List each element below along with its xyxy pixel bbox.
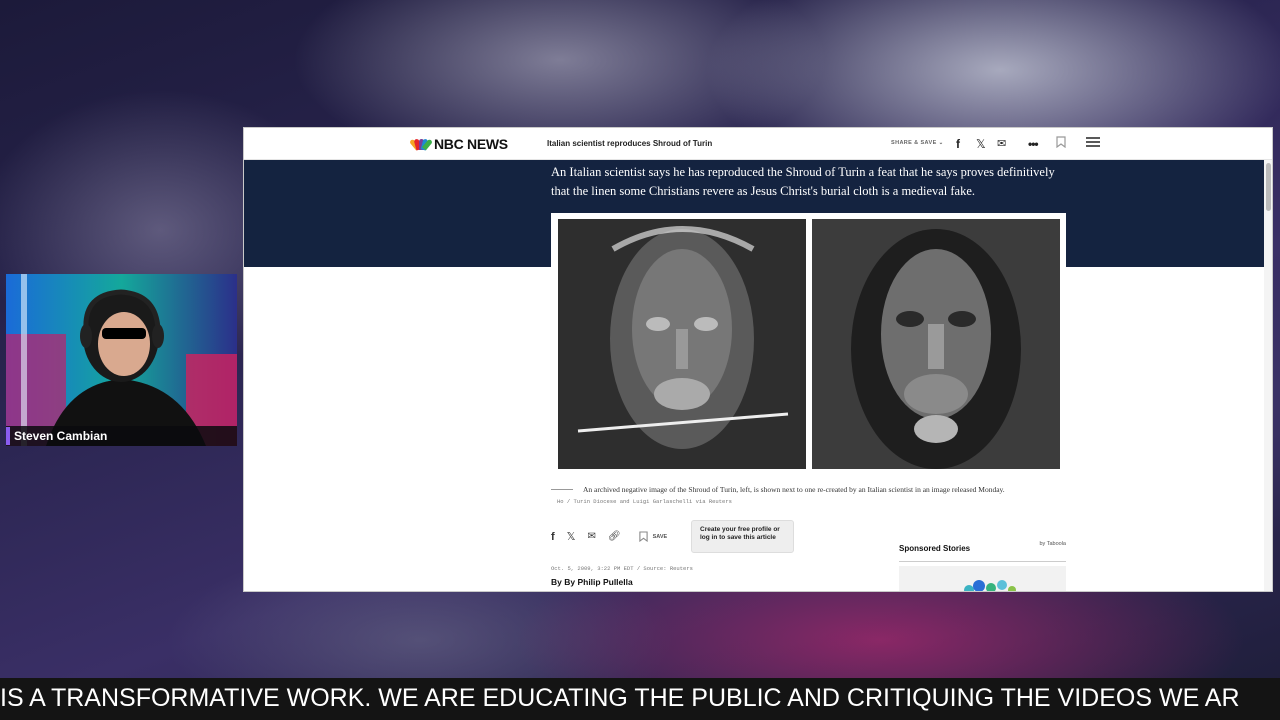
- ticker-text: IS A TRANSFORMATIVE WORK. WE ARE EDUCATI…: [0, 684, 1240, 712]
- peacock-icon: [409, 138, 433, 151]
- webcam-feed: [6, 274, 237, 446]
- bookmark-icon[interactable]: [1056, 136, 1066, 152]
- facebook-icon[interactable]: f: [551, 531, 555, 543]
- photo-caption: An archived negative image of the Shroud…: [583, 485, 1005, 494]
- disclaimer-ticker: IS A TRANSFORMATIVE WORK. WE ARE EDUCATI…: [0, 678, 1280, 720]
- shroud-original-image: [558, 219, 806, 469]
- site-header: NBC NEWS Italian scientist reproduces Sh…: [244, 128, 1272, 160]
- x-icon[interactable]: 𝕏: [976, 136, 986, 152]
- nbc-news-logo[interactable]: NBC NEWS: [409, 136, 508, 152]
- photo-credit: Ho / Turin Diocese and Luigi Garlaschell…: [557, 498, 732, 505]
- mail-icon[interactable]: ✉: [588, 531, 596, 542]
- streamer-nameplate: Steven Cambian: [6, 426, 237, 446]
- bookmark-icon: [639, 531, 648, 542]
- article-photo[interactable]: [551, 213, 1066, 473]
- header-headline: Italian scientist reproduces Shroud of T…: [547, 139, 713, 148]
- sponsored-title: Sponsored Stories: [899, 544, 971, 553]
- browser-window: NBC NEWS Italian scientist reproduces Sh…: [243, 127, 1273, 592]
- logo-text: NBC NEWS: [434, 136, 508, 152]
- more-icon[interactable]: •••: [1028, 136, 1039, 152]
- sponsored-stories-header: Sponsored Stories by Taboola: [899, 538, 1066, 562]
- article-lead: An Italian scientist says he has reprodu…: [551, 165, 1055, 198]
- streamer-name: Steven Cambian: [14, 429, 108, 443]
- menu-icon[interactable]: [1086, 136, 1100, 152]
- share-save-menu[interactable]: SHARE & SAVE ⌄: [891, 140, 944, 146]
- facebook-icon[interactable]: f: [956, 136, 960, 152]
- share-bar: f 𝕏 ✉ 🔗︎ SAVE: [551, 530, 668, 544]
- page-scrollbar[interactable]: [1264, 160, 1272, 591]
- link-icon[interactable]: 🔗︎: [608, 531, 621, 542]
- article-byline[interactable]: By By Philip Pullella: [551, 577, 633, 587]
- scrollbar-thumb[interactable]: [1266, 163, 1271, 211]
- nameplate-accent: [6, 427, 10, 445]
- x-icon[interactable]: 𝕏: [567, 530, 576, 543]
- save-label: SAVE: [652, 533, 668, 540]
- article-dateline: Oct. 5, 2009, 3:22 PM EDT / Source: Reut…: [551, 565, 693, 572]
- shroud-recreated-image: [812, 219, 1060, 469]
- taboola-label[interactable]: by Taboola: [1039, 541, 1066, 547]
- share-save-label: SHARE & SAVE: [891, 140, 937, 146]
- caption-divider: [551, 489, 573, 490]
- mail-icon[interactable]: ✉: [997, 136, 1006, 152]
- save-button[interactable]: SAVE: [639, 531, 668, 542]
- chevron-down-icon: ⌄: [938, 140, 944, 146]
- save-tooltip: Create your free profile or log in to sa…: [691, 520, 794, 553]
- sponsored-thumbnail[interactable]: [899, 566, 1066, 591]
